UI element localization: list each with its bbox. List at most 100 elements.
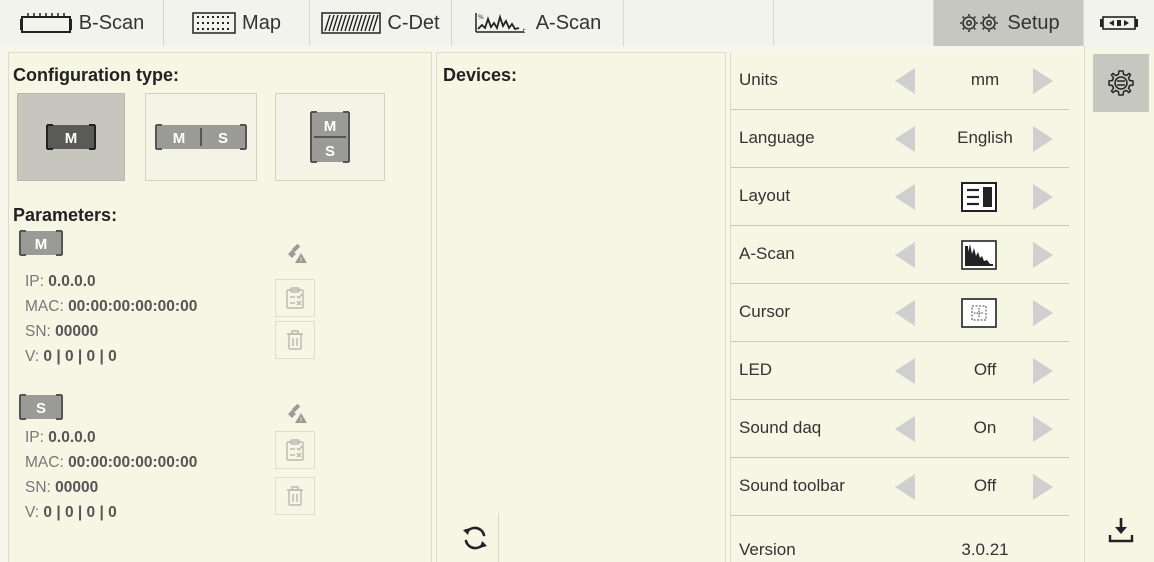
setting-value-version: 3.0.21: [961, 540, 1009, 559]
disconnected-plug-icon: !: [281, 239, 309, 265]
tab-cdet[interactable]: C-Det: [310, 0, 452, 46]
tab-map-label: Map: [242, 11, 281, 34]
slave-version: V: 0 | 0 | 0 | 0: [25, 504, 117, 521]
setting-label-units: Units: [739, 70, 778, 89]
tab-battery[interactable]: [1084, 0, 1154, 46]
cursor-icon: [961, 298, 997, 328]
tab-empty-slot-1: [624, 0, 774, 46]
master-badge-icon: M: [19, 230, 63, 256]
setting-row-led: LED Off: [731, 342, 1069, 400]
setting-row-cursor: Cursor: [731, 284, 1069, 342]
slave-badge-icon: S: [19, 394, 63, 420]
tab-empty-slot-2: [774, 0, 934, 46]
trash-icon: [287, 486, 303, 506]
tab-ascan-label: A-Scan: [535, 11, 602, 34]
clipboard-check-icon: [286, 439, 304, 461]
tab-bscan[interactable]: B-Scan: [0, 0, 164, 46]
tab-bscan-label: B-Scan: [78, 11, 145, 34]
tab-setup-label: Setup: [1007, 11, 1060, 34]
setting-label-cursor: Cursor: [739, 302, 791, 321]
led-next-arrow[interactable]: [1029, 356, 1057, 386]
svg-text:S: S: [218, 130, 228, 147]
language-next-arrow[interactable]: [1029, 124, 1057, 154]
settings-gear-button[interactable]: [1093, 54, 1149, 112]
setting-value-sound-daq: On: [973, 418, 997, 437]
setting-label-led: LED: [739, 360, 773, 379]
setting-row-version: Version 3.0.21: [731, 516, 1069, 562]
refresh-devices-button[interactable]: [451, 513, 499, 562]
ascan-filled-icon: [961, 240, 997, 270]
layout-next-arrow[interactable]: [1029, 182, 1057, 212]
sound-toolbar-next-arrow[interactable]: [1029, 472, 1057, 502]
arrow-right-icon: [1033, 300, 1053, 326]
setting-label-version: Version: [739, 540, 796, 559]
setting-label-sound-daq: Sound daq: [739, 418, 822, 437]
master-slave-side-icon: M S: [155, 124, 247, 150]
sound-daq-prev-arrow[interactable]: [891, 414, 919, 444]
arrow-right-icon: [1033, 68, 1053, 94]
setting-value-ascan: [959, 237, 999, 273]
cursor-prev-arrow[interactable]: [891, 298, 919, 328]
slave-sn: SN: 00000: [25, 479, 99, 496]
layout-prev-arrow[interactable]: [891, 182, 919, 212]
tab-setup[interactable]: Setup: [934, 0, 1084, 46]
arrow-right-icon: [1033, 474, 1053, 500]
setting-value-language: English: [957, 128, 1013, 147]
configuration-type-title: Configuration type:: [13, 65, 179, 85]
master-config-clipboard-button[interactable]: [275, 279, 315, 317]
svg-text:t: t: [523, 28, 526, 35]
led-prev-arrow[interactable]: [891, 356, 919, 386]
master-slave-stack-icon: M S: [310, 111, 350, 163]
language-prev-arrow[interactable]: [891, 124, 919, 154]
setting-value-sound-toolbar: Off: [973, 476, 997, 495]
setting-label-sound-toolbar: Sound toolbar: [739, 476, 845, 495]
disconnected-plug-icon: !: [281, 399, 309, 425]
master-version: V: 0 | 0 | 0 | 0: [25, 348, 117, 365]
arrow-right-icon: [1033, 358, 1053, 384]
slave-delete-button[interactable]: [275, 477, 315, 515]
ascan-prev-arrow[interactable]: [891, 240, 919, 270]
tab-map[interactable]: Map: [164, 0, 310, 46]
parameters-title: Parameters:: [13, 205, 118, 225]
setting-row-units: Units mm: [731, 52, 1069, 110]
config-master-slave-side-button[interactable]: M S: [145, 93, 257, 181]
arrow-left-icon: [895, 474, 915, 500]
setting-row-sound-toolbar: Sound toolbar Off: [731, 458, 1069, 516]
config-master-slave-stack-button[interactable]: M S: [275, 93, 385, 181]
trash-icon: [287, 330, 303, 350]
master-delete-button[interactable]: [275, 321, 315, 359]
setting-row-layout: Layout: [731, 168, 1069, 226]
ascan-icon: % t: [474, 13, 526, 35]
svg-text:M: M: [173, 130, 186, 147]
master-badge-icon: M: [46, 124, 96, 150]
arrow-left-icon: [895, 416, 915, 442]
top-tab-bar: B-Scan Map C-Det % t A-Scan Setup: [0, 0, 1154, 46]
master-mac: MAC: 00:00:00:00:00:00: [25, 298, 198, 315]
ascan-next-arrow[interactable]: [1029, 240, 1057, 270]
svg-text:M: M: [65, 130, 78, 147]
setting-value-led: Off: [973, 360, 997, 379]
svg-text:S: S: [325, 143, 335, 160]
setting-label-language: Language: [739, 128, 815, 147]
sound-toolbar-prev-arrow[interactable]: [891, 472, 919, 502]
setting-value-cursor: [959, 295, 999, 331]
setting-label-ascan: A-Scan: [739, 244, 795, 263]
setting-row-ascan: A-Scan: [731, 226, 1069, 284]
arrow-left-icon: [895, 126, 915, 152]
svg-text:S: S: [36, 400, 46, 417]
sound-daq-next-arrow[interactable]: [1029, 414, 1057, 444]
units-prev-arrow[interactable]: [891, 66, 919, 96]
download-button[interactable]: [1101, 510, 1141, 550]
config-master-only-button[interactable]: M: [17, 93, 125, 181]
arrow-left-icon: [895, 184, 915, 210]
cursor-next-arrow[interactable]: [1029, 298, 1057, 328]
slave-config-clipboard-button[interactable]: [275, 431, 315, 469]
map-grid-icon: [192, 12, 236, 34]
slave-mac: MAC: 00:00:00:00:00:00: [25, 454, 198, 471]
side-toolbar: [1084, 46, 1154, 562]
arrow-right-icon: [1033, 242, 1053, 268]
arrow-left-icon: [895, 358, 915, 384]
units-next-arrow[interactable]: [1029, 66, 1057, 96]
slave-device-badge: S: [17, 391, 65, 423]
tab-ascan[interactable]: % t A-Scan: [452, 0, 624, 46]
